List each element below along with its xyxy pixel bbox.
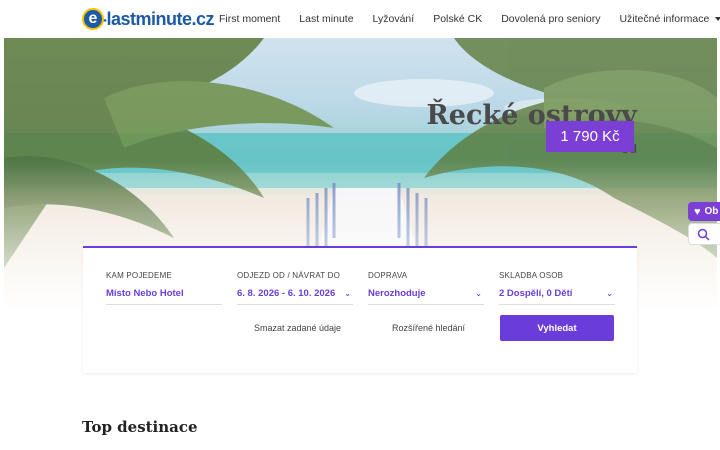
persons-field[interactable]: SKLADBA OSOB 2 Dospělí, 0 Dětí ⌄ (499, 271, 615, 305)
search-button[interactable]: Vyhledat (500, 315, 614, 341)
destination-field[interactable]: KAM POJEDEME Místo Nebo Hotel (106, 271, 222, 305)
nav-last-minute[interactable]: Last minute (299, 13, 353, 25)
chevron-down-icon: ⌄ (344, 289, 351, 298)
transport-label: DOPRAVA (368, 271, 408, 280)
transport-field[interactable]: DOPRAVA Nerozhoduje ⌄ (368, 271, 484, 305)
site-header: e -lastminute.cz First moment Last minut… (0, 0, 720, 38)
persons-select[interactable]: 2 Dospělí, 0 Dětí ⌄ (499, 288, 615, 305)
favorites-tab[interactable]: ♥ Ob (688, 202, 720, 221)
main-nav: First moment Last minute Lyžování Polské… (219, 0, 720, 38)
nav-lyzovani[interactable]: Lyžování (373, 13, 415, 25)
persons-label: SKLADBA OSOB (499, 271, 564, 280)
nav-first-moment[interactable]: First moment (219, 13, 280, 25)
heart-icon: ♥ (694, 205, 701, 218)
advanced-search-button[interactable]: Rozšířené hledání (392, 323, 465, 333)
nav-dovolena-pro-seniory[interactable]: Dovolená pro seniory (501, 13, 600, 25)
dates-select[interactable]: 6. 8. 2026 - 6. 10. 2026 ⌄ (237, 288, 353, 305)
destination-input[interactable]: Místo Nebo Hotel (106, 288, 222, 305)
destination-label: KAM POJEDEME (106, 271, 172, 280)
nav-uzitecne-informace[interactable]: Užitečné informace (619, 13, 720, 25)
hero-price-button[interactable]: 1 790 Kč (546, 121, 634, 152)
favorites-tab-label: Ob (704, 206, 719, 217)
chevron-down-icon: ⌄ (606, 289, 613, 298)
dates-value: 6. 8. 2026 - 6. 10. 2026 (237, 288, 336, 299)
side-search-tab[interactable] (688, 223, 720, 245)
logo-text: -lastminute.cz (101, 8, 215, 29)
search-icon (697, 228, 710, 241)
site-logo[interactable]: e -lastminute.cz (82, 5, 215, 33)
nav-polske-ck[interactable]: Polské CK (433, 13, 482, 25)
logo-e-icon: e (82, 8, 104, 30)
caret-down-icon (715, 17, 720, 22)
top-destinations-heading: Top destinace (82, 418, 198, 436)
dates-field[interactable]: ODJEZD OD / NÁVRAT DO 6. 8. 2026 - 6. 10… (237, 271, 353, 305)
clear-button[interactable]: Smazat zadané údaje (254, 323, 341, 333)
dates-label: ODJEZD OD / NÁVRAT DO (237, 271, 341, 280)
transport-select[interactable]: Nerozhoduje ⌄ (368, 288, 484, 305)
chevron-down-icon: ⌄ (475, 289, 482, 298)
nav-uzitecne-informace-label: Užitečné informace (619, 13, 710, 25)
persons-value: 2 Dospělí, 0 Dětí (499, 288, 573, 299)
search-panel: KAM POJEDEME Místo Nebo Hotel ODJEZD OD … (83, 246, 637, 373)
transport-value: Nerozhoduje (368, 288, 426, 299)
